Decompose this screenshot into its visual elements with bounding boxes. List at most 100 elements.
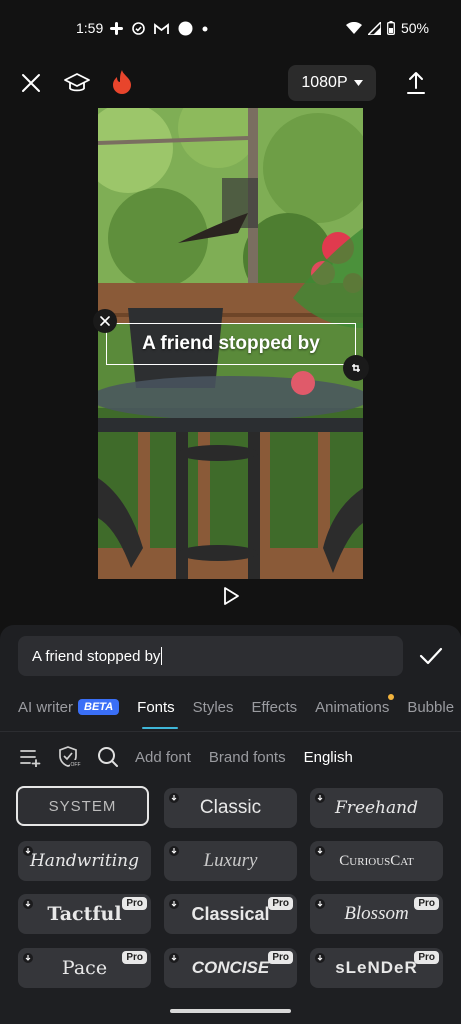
overlay-rotate-handle[interactable] bbox=[343, 355, 369, 381]
text-overlay[interactable]: A friend stopped by bbox=[106, 323, 356, 365]
overlay-delete-button[interactable] bbox=[93, 309, 117, 333]
font-name: SYSTEM bbox=[48, 797, 117, 815]
pro-badge: Pro bbox=[268, 897, 293, 910]
font-name: Blossom bbox=[344, 903, 409, 924]
download-icon bbox=[23, 953, 33, 963]
tab-label: Animations bbox=[315, 698, 390, 716]
status-system-icons: 50% bbox=[345, 20, 429, 36]
caret-down-icon bbox=[353, 80, 363, 86]
check-icon bbox=[419, 647, 443, 665]
font-name: CuriousCat bbox=[339, 852, 414, 869]
battery-icon bbox=[387, 21, 395, 35]
pro-badge: Pro bbox=[414, 897, 439, 910]
font-filter-button[interactable] bbox=[18, 745, 42, 769]
trending-button[interactable] bbox=[108, 66, 136, 98]
font-tile-freehand[interactable]: Freehand bbox=[310, 788, 443, 828]
home-indicator[interactable] bbox=[170, 1009, 291, 1013]
download-icon bbox=[169, 953, 179, 963]
tab-styles[interactable]: Styles bbox=[193, 699, 234, 716]
play-button[interactable] bbox=[220, 585, 242, 607]
resolution-label: 1080P bbox=[301, 74, 348, 91]
tab-label: Effects bbox=[251, 698, 298, 716]
list-add-icon bbox=[20, 750, 41, 767]
tab-label: AI writer bbox=[18, 698, 74, 716]
status-notification-icons bbox=[110, 21, 208, 36]
pro-badge: Pro bbox=[122, 951, 147, 964]
tab-ai-writer[interactable]: AI writer BETA bbox=[18, 698, 120, 716]
export-button[interactable] bbox=[402, 68, 430, 98]
download-icon bbox=[169, 793, 179, 803]
resolution-selector[interactable]: 1080P bbox=[288, 65, 376, 101]
download-icon bbox=[315, 953, 325, 963]
beta-badge: BETA bbox=[78, 699, 120, 715]
font-name: Classical bbox=[191, 903, 270, 924]
close-icon bbox=[22, 74, 40, 92]
overlay-text: A friend stopped by bbox=[142, 333, 320, 354]
shield-off-icon: OFF bbox=[59, 746, 81, 768]
download-icon bbox=[315, 793, 325, 803]
battery-percent: 50% bbox=[400, 20, 429, 36]
tab-fonts[interactable]: Fonts bbox=[137, 699, 175, 716]
tabs-divider bbox=[0, 731, 461, 732]
font-tile-concise[interactable]: Pro CONCISE bbox=[164, 948, 297, 988]
font-toolbar: OFF Add font Brand fonts English bbox=[18, 742, 371, 772]
font-name: Freehand bbox=[335, 798, 418, 818]
text-input-field[interactable]: A friend stopped by bbox=[18, 636, 403, 676]
check-circle-icon bbox=[132, 22, 145, 35]
download-icon bbox=[23, 899, 33, 909]
font-tile-tactful[interactable]: Pro Tactful bbox=[18, 894, 151, 934]
text-caret bbox=[161, 647, 163, 665]
font-tile-handwriting[interactable]: Handwriting bbox=[18, 841, 151, 881]
signal-icon bbox=[367, 21, 381, 35]
font-search-button[interactable] bbox=[96, 745, 120, 769]
font-tile-luxury[interactable]: Luxury bbox=[164, 841, 297, 881]
gmail-icon bbox=[154, 22, 169, 34]
font-name: CONCISE bbox=[191, 958, 270, 977]
font-tile-blossom[interactable]: Pro Blossom bbox=[310, 894, 443, 934]
add-font-link[interactable]: Add font bbox=[135, 749, 191, 766]
tab-effects[interactable]: Effects bbox=[252, 699, 298, 716]
download-icon bbox=[315, 899, 325, 909]
tab-label: Bubble bbox=[407, 698, 455, 716]
close-icon bbox=[100, 316, 110, 326]
download-icon bbox=[169, 899, 179, 909]
close-button[interactable] bbox=[18, 68, 44, 98]
slack-icon bbox=[110, 22, 123, 35]
font-name: Tactful bbox=[47, 903, 122, 925]
font-tile-classical[interactable]: Pro Classical bbox=[164, 894, 297, 934]
tutorial-button[interactable] bbox=[62, 68, 92, 98]
active-tab-indicator bbox=[142, 727, 178, 729]
font-name: sLeNDeR bbox=[335, 958, 418, 977]
language-filter-english[interactable]: English bbox=[304, 749, 353, 766]
font-name: Pace bbox=[61, 957, 108, 979]
wifi-icon bbox=[345, 21, 362, 34]
fire-icon bbox=[113, 70, 131, 94]
search-icon bbox=[98, 747, 118, 767]
font-tile-system[interactable]: SYSTEM bbox=[16, 786, 149, 826]
commercial-filter-button[interactable]: OFF bbox=[57, 745, 81, 769]
play-icon bbox=[224, 587, 239, 605]
tab-label: Styles bbox=[192, 698, 234, 716]
font-tile-classic[interactable]: Classic bbox=[164, 788, 297, 828]
font-tile-curiouscat[interactable]: CuriousCat bbox=[310, 841, 443, 881]
export-icon bbox=[407, 72, 425, 94]
font-tile-slender[interactable]: Pro sLeNDeR bbox=[310, 948, 443, 988]
font-name: Handwriting bbox=[29, 851, 139, 871]
text-input-value: A friend stopped by bbox=[32, 647, 161, 665]
font-tile-pace[interactable]: Pro Pace bbox=[18, 948, 151, 988]
pro-badge: Pro bbox=[122, 897, 147, 910]
confirm-button[interactable] bbox=[418, 644, 444, 668]
font-name: Classic bbox=[199, 797, 262, 818]
circle-icon bbox=[178, 21, 193, 36]
svg-text:OFF: OFF bbox=[71, 762, 81, 768]
brand-fonts-link[interactable]: Brand fonts bbox=[209, 749, 286, 766]
tab-bubble[interactable]: Bubble bbox=[407, 699, 454, 716]
status-bar: 1:59 50% bbox=[0, 0, 461, 58]
text-tabs: AI writer BETA Fonts Styles Effects Anim… bbox=[18, 692, 461, 722]
status-time: 1:59 bbox=[76, 20, 104, 36]
rotate-scale-icon bbox=[352, 364, 360, 372]
tab-animations[interactable]: Animations bbox=[315, 693, 395, 716]
pro-badge: Pro bbox=[268, 951, 293, 964]
graduation-cap-icon bbox=[64, 73, 90, 92]
editor-top-bar: 1080P bbox=[0, 60, 461, 106]
